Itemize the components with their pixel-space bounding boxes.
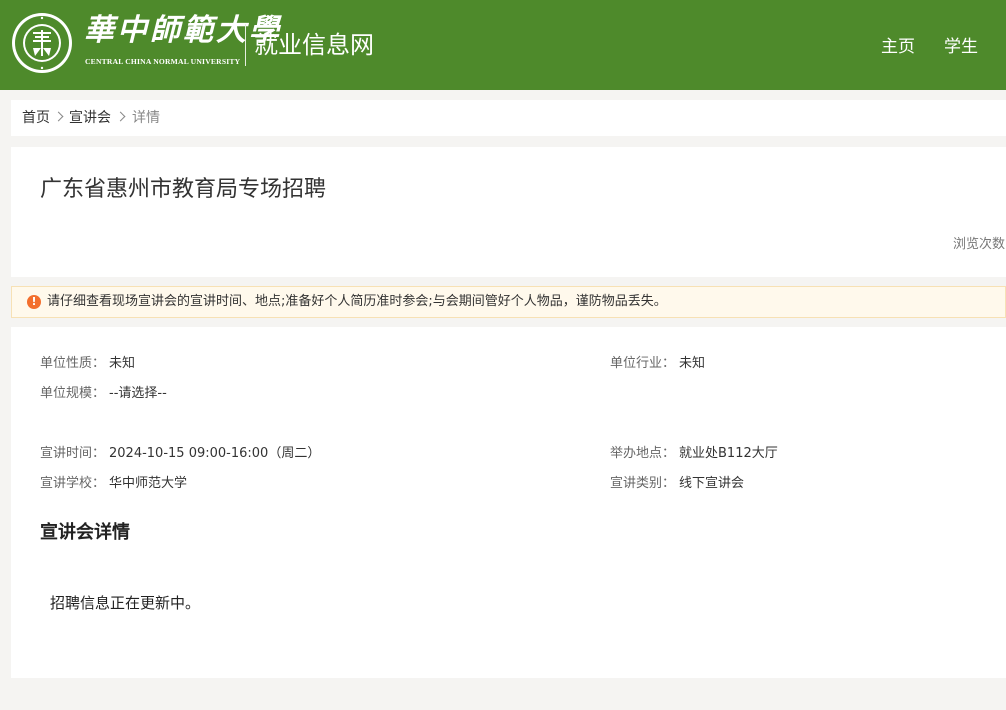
field-value: --请选择-- bbox=[109, 386, 167, 401]
section-content: 招聘信息正在更新中。 bbox=[50, 594, 201, 612]
chevron-right-icon bbox=[53, 100, 64, 136]
university-name-en: CENTRAL CHINA NORMAL UNIVERSITY bbox=[85, 57, 241, 66]
field-label: 举办地点： bbox=[610, 446, 676, 461]
site-name[interactable]: 就业信息网 bbox=[254, 28, 374, 62]
view-count-label: 浏览次数 bbox=[953, 237, 1006, 252]
field-value: 就业处B112大厅 bbox=[679, 446, 778, 461]
field-value: 2024-10-15 09:00-16:00（周二） bbox=[109, 446, 321, 461]
field-label: 单位行业： bbox=[610, 356, 676, 371]
section-heading: 宣讲会详情 bbox=[40, 522, 130, 543]
university-seal-logo[interactable] bbox=[11, 12, 73, 74]
field-label: 宣讲学校： bbox=[40, 476, 106, 491]
exclamation-icon: ! bbox=[27, 295, 41, 309]
field-value: 未知 bbox=[109, 356, 136, 371]
field-label: 单位规模： bbox=[40, 386, 106, 401]
field-label: 单位性质： bbox=[40, 356, 106, 371]
breadcrumb-home-link[interactable]: 首页 bbox=[22, 100, 50, 136]
notice-banner: ! 请仔细查看现场宣讲会的宣讲时间、地点;准备好个人简历准时参会;与会期间管好个… bbox=[11, 286, 1006, 318]
event-title-card: 广东省惠州市教育局专场招聘 浏览次数 bbox=[11, 147, 1006, 277]
breadcrumb-current: 详情 bbox=[132, 110, 160, 126]
field-label: 宣讲类别： bbox=[610, 476, 676, 491]
event-detail-card: 单位性质： 未知 单位行业： 未知 单位规模： --请选择-- 宣讲时间： 2024-1… bbox=[11, 327, 1006, 678]
notice-text: 请仔细查看现场宣讲会的宣讲时间、地点;准备好个人简历准时参会;与会期间管好个人物… bbox=[47, 294, 667, 309]
breadcrumb: 首页 宣讲会 详情 bbox=[11, 100, 1006, 136]
logo-divider bbox=[245, 24, 246, 66]
field-value: 线下宣讲会 bbox=[679, 476, 745, 491]
field-talk-location: 举办地点： 就业处B112大厅 bbox=[610, 444, 778, 464]
nav-home[interactable]: 主页 bbox=[881, 36, 915, 58]
field-value: 未知 bbox=[679, 356, 706, 371]
field-label: 宣讲时间： bbox=[40, 446, 106, 461]
field-company-scale: 单位规模： --请选择-- bbox=[40, 384, 167, 404]
page-title: 广东省惠州市教育局专场招聘 bbox=[40, 177, 327, 202]
field-talk-time: 宣讲时间： 2024-10-15 09:00-16:00（周二） bbox=[40, 444, 320, 464]
chevron-right-icon bbox=[115, 100, 126, 136]
field-company-industry: 单位行业： 未知 bbox=[610, 354, 705, 374]
university-name-cn: 華中師範大學 bbox=[84, 13, 282, 48]
site-header: 華中師範大學 CENTRAL CHINA NORMAL UNIVERSITY 就… bbox=[0, 0, 1006, 90]
field-talk-type: 宣讲类别： 线下宣讲会 bbox=[610, 474, 744, 494]
field-company-nature: 单位性质： 未知 bbox=[40, 354, 135, 374]
nav-student[interactable]: 学生 bbox=[944, 36, 978, 58]
field-talk-school: 宣讲学校： 华中师范大学 bbox=[40, 474, 187, 494]
breadcrumb-talks-link[interactable]: 宣讲会 bbox=[69, 100, 111, 136]
field-value: 华中师范大学 bbox=[109, 476, 188, 491]
